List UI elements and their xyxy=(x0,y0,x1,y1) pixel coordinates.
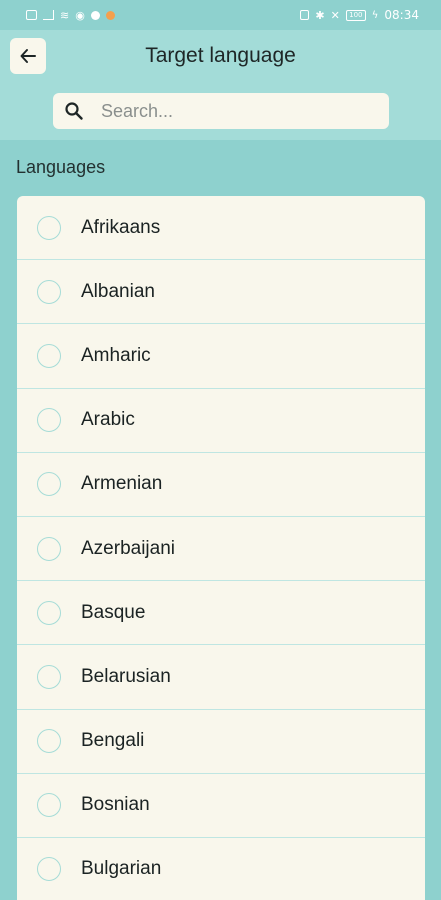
nfc-icon xyxy=(300,10,310,20)
radio-button[interactable] xyxy=(37,664,61,689)
radio-button[interactable] xyxy=(37,279,61,304)
language-label: Bulgarian xyxy=(81,858,162,880)
radio-button[interactable] xyxy=(37,215,61,240)
language-item-armenian[interactable]: Armenian xyxy=(17,453,425,517)
language-label: Bosnian xyxy=(81,794,150,816)
language-label: Armenian xyxy=(81,473,163,495)
radio-button[interactable] xyxy=(37,472,61,497)
bluetooth-icon: ✱ xyxy=(315,8,325,22)
wifi-icon: ≋ xyxy=(60,8,70,22)
page-title: Target language xyxy=(145,44,296,67)
section-title: Languages xyxy=(16,157,106,177)
status-left-icons: ≋ ◉ xyxy=(26,9,115,22)
language-item-arabic[interactable]: Arabic xyxy=(17,389,425,453)
language-label: Azerbaijani xyxy=(81,537,175,559)
mute-icon: ✕ xyxy=(330,8,340,22)
language-item-bulgarian[interactable]: Bulgarian xyxy=(17,838,425,900)
eye-icon: ◉ xyxy=(75,8,85,22)
radio-button[interactable] xyxy=(37,729,61,754)
language-label: Afrikaans xyxy=(81,216,161,238)
app-header: Target language xyxy=(0,30,441,140)
radio-button[interactable] xyxy=(37,536,61,561)
language-item-bengali[interactable]: Bengali xyxy=(17,710,425,774)
battery-icon: 100 xyxy=(345,9,366,21)
language-item-belarusian[interactable]: Belarusian xyxy=(17,645,425,710)
radio-button[interactable] xyxy=(37,857,61,882)
language-item-basque[interactable]: Basque xyxy=(17,581,425,646)
language-item-afrikaans[interactable]: Afrikaans xyxy=(17,196,425,261)
language-label: Arabic xyxy=(81,409,135,431)
clock: 08:34 xyxy=(384,8,419,22)
language-item-amharic[interactable]: Amharic xyxy=(17,324,425,389)
language-label: Bengali xyxy=(81,730,145,752)
language-label: Amharic xyxy=(81,344,151,366)
radio-button[interactable] xyxy=(37,343,61,368)
search-icon xyxy=(63,100,85,122)
language-item-bosnian[interactable]: Bosnian xyxy=(17,774,425,838)
status-right-icons: ✱ ✕ 100 ϟ 08:34 xyxy=(300,8,419,22)
gallery-icon xyxy=(26,10,37,20)
search-box[interactable] xyxy=(53,93,389,129)
language-label: Basque xyxy=(81,601,146,623)
radio-button[interactable] xyxy=(37,793,61,818)
notification-dot-icon xyxy=(105,10,115,20)
language-list: Afrikaans Albanian Amharic Arabic Armeni… xyxy=(17,196,425,900)
signal-icon xyxy=(43,10,54,20)
language-label: Albanian xyxy=(81,280,155,302)
search-input[interactable] xyxy=(101,100,371,122)
radio-button[interactable] xyxy=(37,600,61,625)
language-item-azerbaijani[interactable]: Azerbaijani xyxy=(17,517,425,582)
language-item-albanian[interactable]: Albanian xyxy=(17,260,425,325)
status-bar: ≋ ◉ ✱ ✕ 100 ϟ 08:34 xyxy=(0,0,441,30)
radio-button[interactable] xyxy=(37,408,61,433)
language-label: Belarusian xyxy=(81,665,171,687)
charging-icon: ϟ xyxy=(371,9,379,21)
chat-icon xyxy=(90,10,100,20)
